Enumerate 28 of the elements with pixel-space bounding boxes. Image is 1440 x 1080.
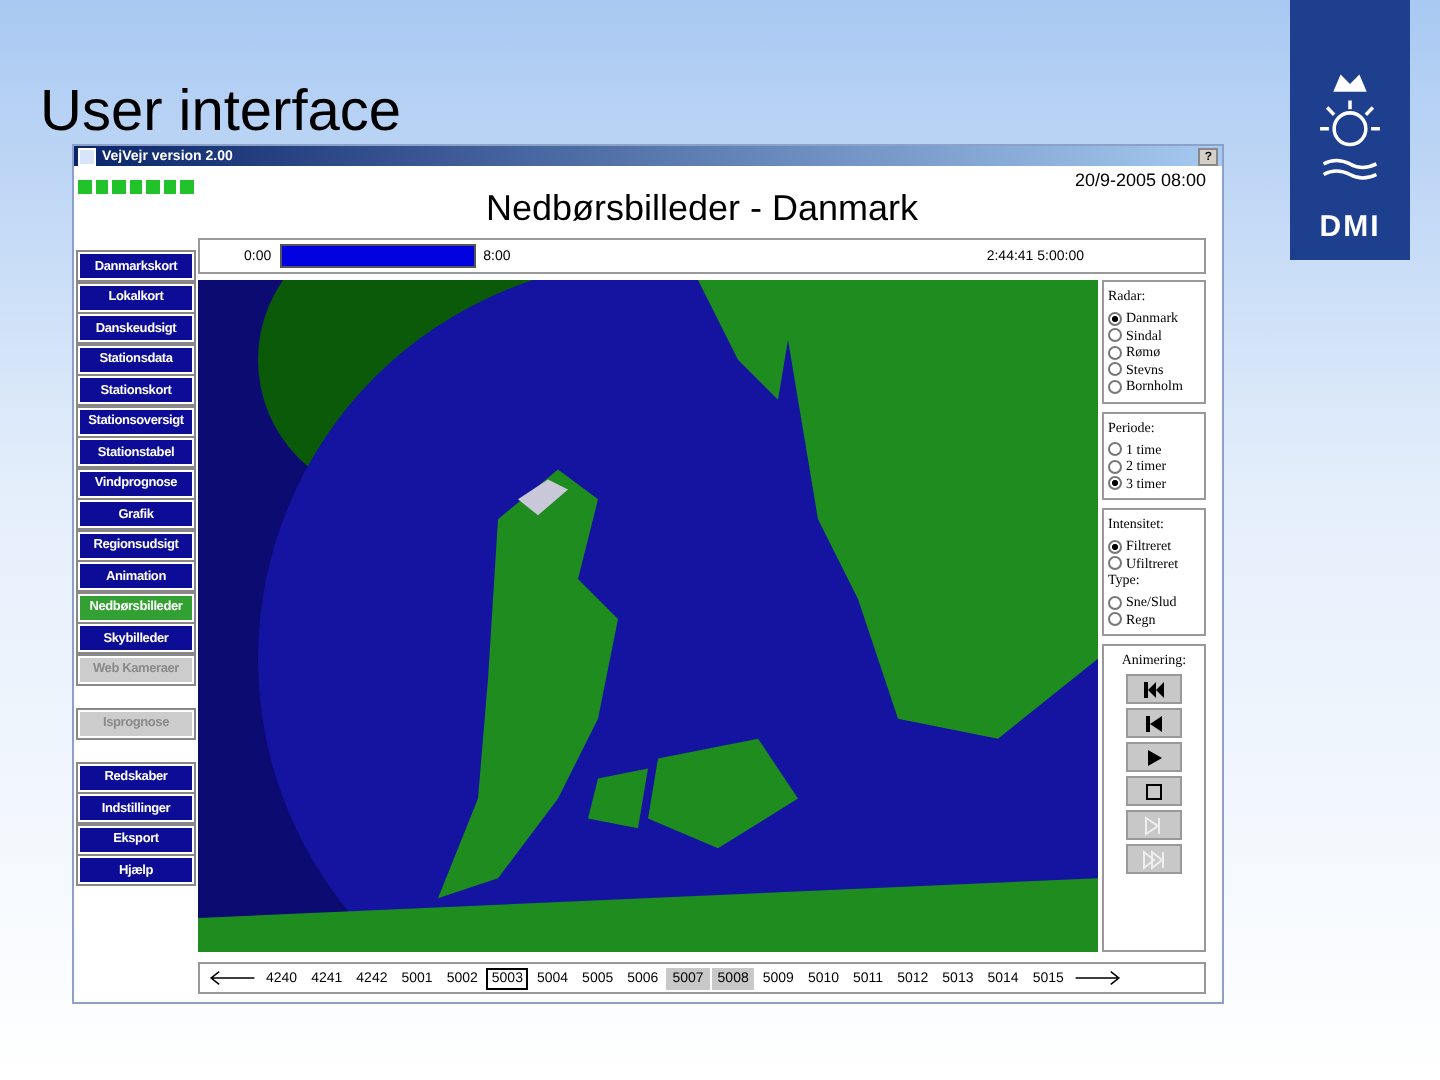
play-icon [1142, 745, 1166, 769]
step-back-icon [1142, 711, 1166, 735]
media-button[interactable] [1126, 742, 1182, 772]
radio-button[interactable] [1108, 328, 1122, 343]
radio-button[interactable] [1108, 612, 1122, 627]
step-forward-icon [1142, 813, 1166, 837]
radio-button[interactable] [1108, 556, 1122, 571]
page-title: Nedbørsbilleder - Danmark [485, 188, 919, 232]
radio-button[interactable] [1108, 476, 1122, 491]
right-arrow-icon[interactable] [1071, 970, 1124, 986]
media-button[interactable] [1126, 708, 1182, 738]
radio-button[interactable] [1108, 459, 1122, 474]
left-arrow-icon[interactable] [206, 970, 258, 986]
skip-forward-icon [1142, 847, 1166, 871]
date-time: 20/9-2005 08:00 [1074, 170, 1206, 190]
slide-title: User interface [40, 80, 402, 144]
skip-back-icon [1142, 677, 1166, 701]
radio-button[interactable] [1108, 362, 1122, 377]
stop-icon [1142, 779, 1166, 803]
media-button[interactable] [1126, 674, 1182, 704]
radio-button[interactable] [1108, 539, 1122, 554]
logo-text: DMI [1319, 210, 1381, 244]
radio-button[interactable] [1108, 442, 1122, 457]
radio-button[interactable] [1108, 595, 1122, 610]
media-button[interactable] [1126, 776, 1182, 806]
radio-button[interactable] [1108, 311, 1122, 326]
radio-button[interactable] [1108, 345, 1122, 360]
radio-button[interactable] [1108, 379, 1122, 394]
